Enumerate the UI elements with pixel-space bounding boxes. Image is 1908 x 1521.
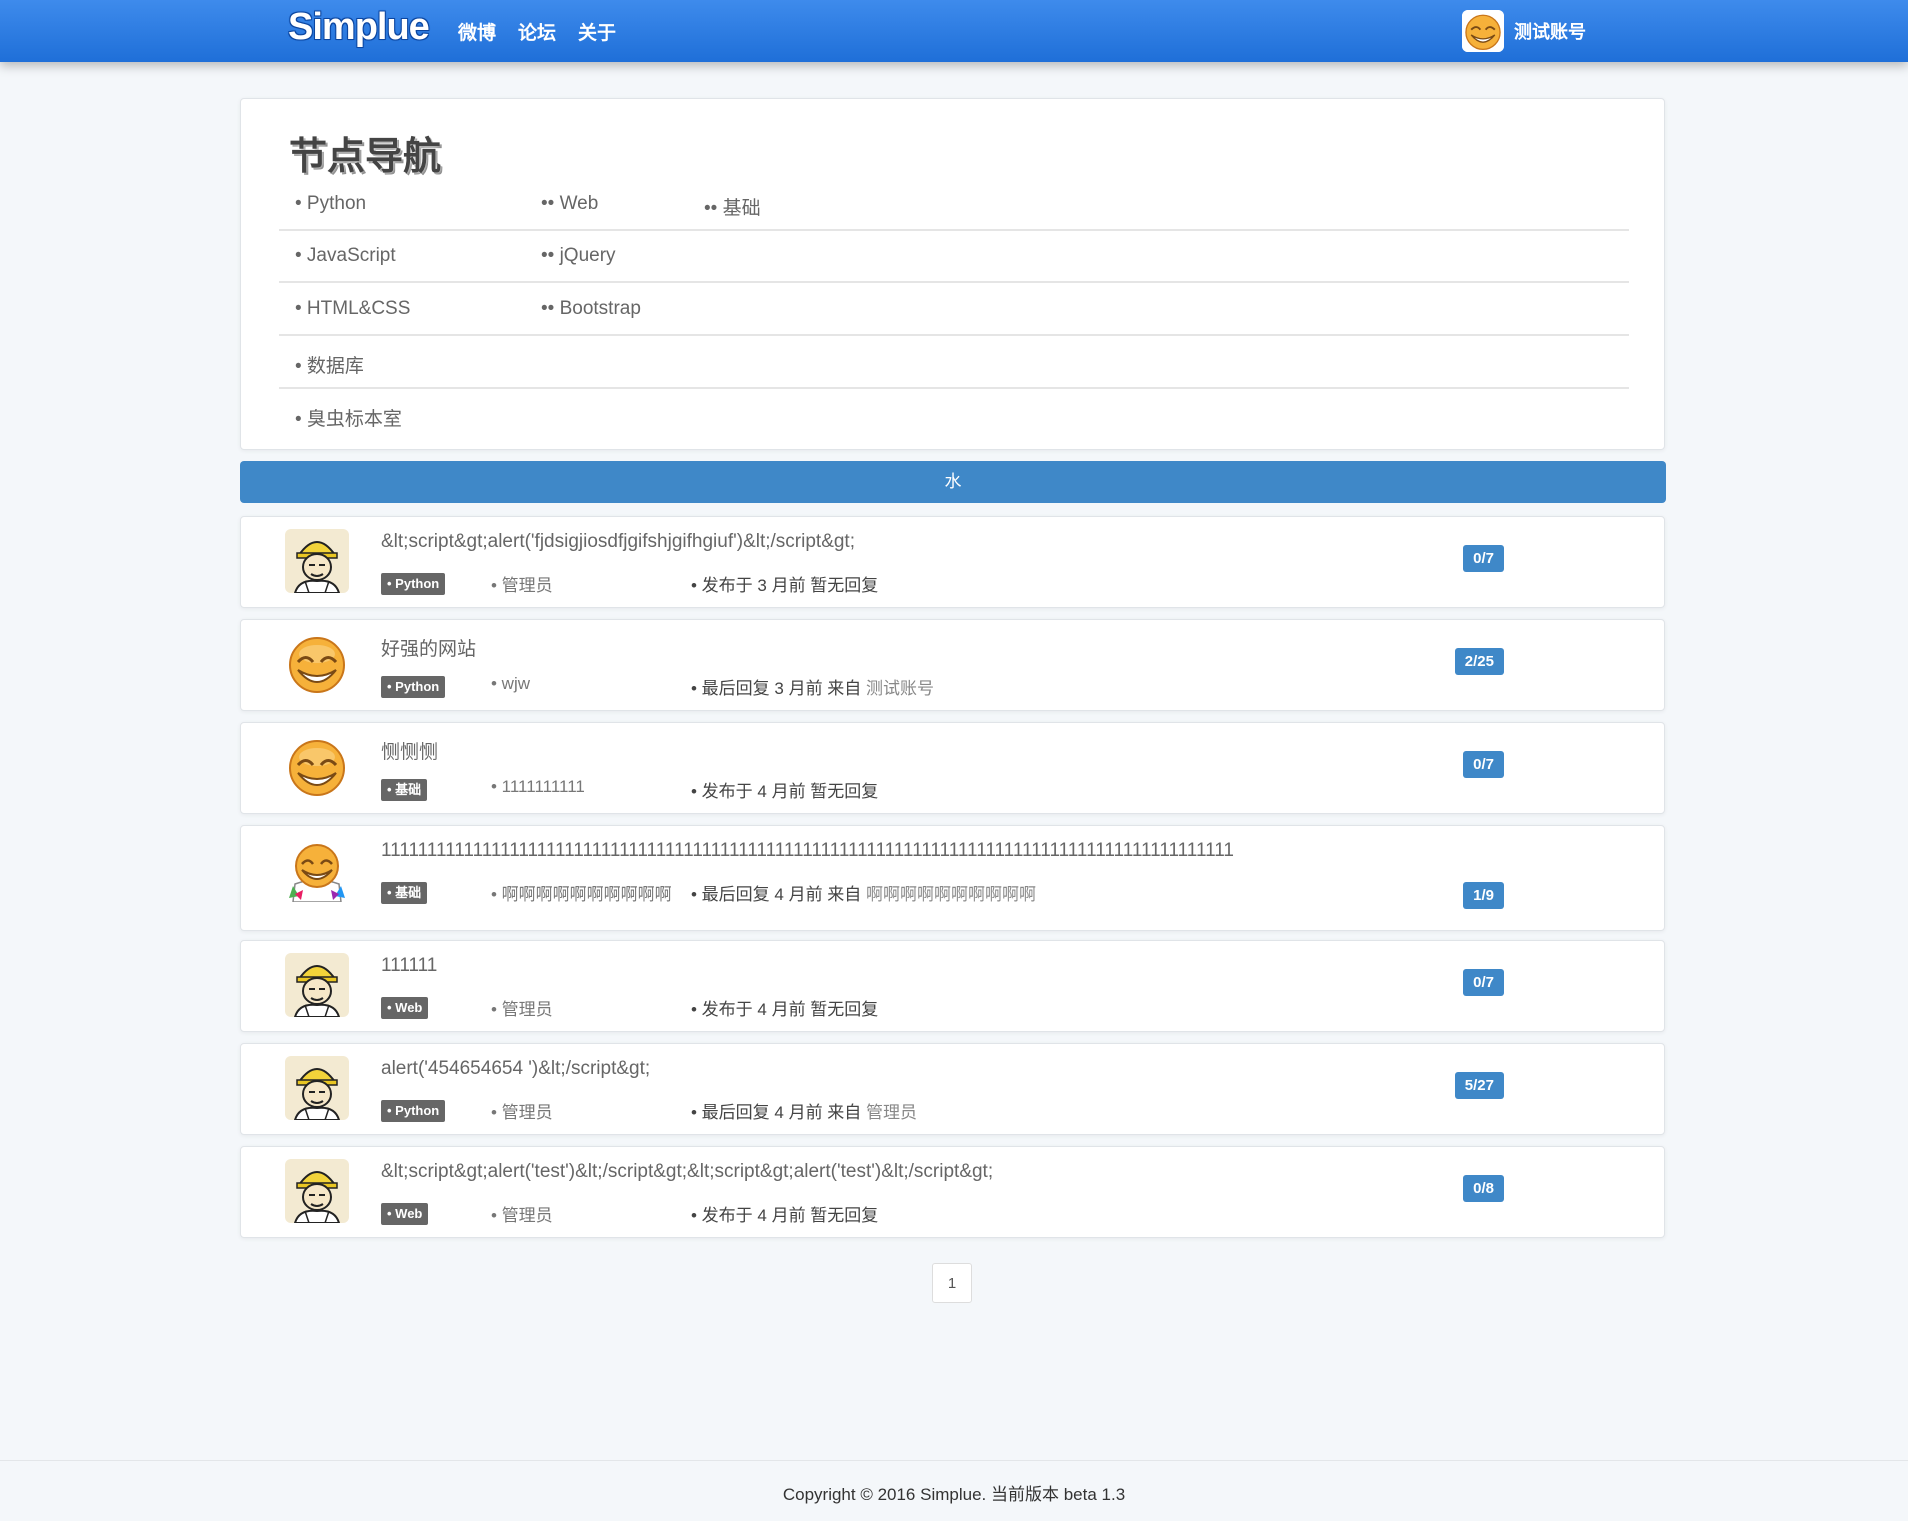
topic-item[interactable]: 111111 • Web • 管理员 • 发布于 4 月前 暂无回复 0/7 xyxy=(240,940,1665,1032)
reply-view-count-badge: 0/7 xyxy=(1463,545,1504,572)
smiley-avatar-icon xyxy=(1462,10,1504,52)
node-bug-room[interactable]: • 臭虫标本室 xyxy=(295,404,402,431)
reply-view-count-badge: 5/27 xyxy=(1454,1072,1504,1099)
meta-text: • 发布于 4 月前 暂无回复 xyxy=(691,1206,879,1225)
meta-text: • 最后回复 4 月前 来自 xyxy=(691,885,867,904)
topic-item[interactable]: 好强的网站 • Python • wjw • 最后回复 3 月前 来自 测试账号… xyxy=(240,619,1665,711)
topic-meta: • 最后回复 4 月前 来自 啊啊啊啊啊啊啊啊啊啊 xyxy=(691,880,1036,905)
topic-item[interactable]: alert('454654654 ')&lt;/script&gt; • Pyt… xyxy=(240,1043,1665,1135)
node-tag[interactable]: • Python xyxy=(381,573,446,595)
meta-text: • 发布于 3 月前 暂无回复 xyxy=(691,576,879,595)
node-row: • HTML&CSS •• Bootstrap xyxy=(279,284,1629,336)
meta-text: • 发布于 4 月前 暂无回复 xyxy=(691,1000,879,1019)
meta-text: • 最后回复 3 月前 来自 xyxy=(691,679,867,698)
top-navbar: Simplue 微博 论坛 关于 测试账号 xyxy=(0,0,1908,62)
author-avatar[interactable] xyxy=(285,529,349,593)
topic-author[interactable]: • 管理员 xyxy=(491,1201,553,1226)
topic-meta: • 最后回复 3 月前 来自 测试账号 xyxy=(691,674,934,699)
author-avatar[interactable] xyxy=(285,838,349,902)
footer-divider xyxy=(0,1460,1908,1461)
node-web[interactable]: •• Web xyxy=(541,193,598,215)
worker-avatar-icon xyxy=(285,529,349,593)
reply-view-count-badge: 1/9 xyxy=(1463,882,1504,909)
node-tag[interactable]: • Python xyxy=(381,1100,446,1122)
topic-meta: • 最后回复 4 月前 来自 管理员 xyxy=(691,1098,917,1123)
node-tag[interactable]: • 基础 xyxy=(381,779,428,801)
topic-title[interactable]: alert('454654654 ')&lt;/script&gt; xyxy=(381,1058,650,1080)
node-bootstrap[interactable]: •• Bootstrap xyxy=(541,298,641,320)
author-avatar[interactable] xyxy=(285,632,349,696)
last-reply-user[interactable]: 啊啊啊啊啊啊啊啊啊啊 xyxy=(866,885,1036,904)
nav-link-weibo[interactable]: 微博 xyxy=(458,18,496,45)
topic-item[interactable]: 1111111111111111111111111111111111111111… xyxy=(240,825,1665,931)
footer-copyright: Copyright © 2016 Simplue. 当前版本 beta 1.3 xyxy=(782,1485,1126,1504)
node-basic[interactable]: •• 基础 xyxy=(704,193,761,220)
smiley-avatar-icon xyxy=(288,739,346,797)
meta-text: • 最后回复 4 月前 来自 xyxy=(691,1103,867,1122)
author-avatar[interactable] xyxy=(285,735,349,799)
node-row: • 臭虫标本室 xyxy=(279,390,1629,442)
topic-meta: • 发布于 4 月前 暂无回复 xyxy=(691,1201,878,1226)
author-avatar[interactable] xyxy=(285,1159,349,1223)
node-javascript[interactable]: • JavaScript xyxy=(295,245,396,267)
topic-meta: • 发布于 3 月前 暂无回复 xyxy=(691,571,878,596)
topic-item[interactable]: &lt;script&gt;alert('fjdsigjiosdfjgifshj… xyxy=(240,516,1665,608)
node-tag[interactable]: • Web xyxy=(381,997,429,1019)
smiley-avatar-icon xyxy=(285,838,349,902)
topic-title[interactable]: &lt;script&gt;alert('fjdsigjiosdfjgifshj… xyxy=(381,531,855,553)
user-menu[interactable]: 测试账号 xyxy=(1462,10,1586,52)
worker-avatar-icon xyxy=(285,1159,349,1223)
nav-link-forum[interactable]: 论坛 xyxy=(518,18,556,45)
reply-view-count-badge: 0/7 xyxy=(1463,969,1504,996)
author-avatar[interactable] xyxy=(285,1056,349,1120)
main-nav: 微博 论坛 关于 xyxy=(458,18,616,45)
topic-title[interactable]: 111111 xyxy=(381,955,437,977)
site-logo[interactable]: Simplue xyxy=(288,6,430,49)
user-avatar[interactable] xyxy=(1462,10,1504,52)
reply-view-count-badge: 0/8 xyxy=(1463,1175,1504,1202)
topic-author[interactable]: • wjw xyxy=(491,674,530,694)
topic-meta: • 发布于 4 月前 暂无回复 xyxy=(691,995,878,1020)
node-jquery[interactable]: •• jQuery xyxy=(541,245,616,267)
last-reply-user[interactable]: 测试账号 xyxy=(866,679,934,698)
reply-view-count-badge: 0/7 xyxy=(1463,751,1504,778)
pagination-page-1[interactable]: 1 xyxy=(932,1263,972,1303)
topic-item[interactable]: 恻恻恻 • 基础 • 1111111111 • 发布于 4 月前 暂无回复 0/… xyxy=(240,722,1665,814)
topic-title[interactable]: 好强的网站 xyxy=(381,634,476,661)
topic-author[interactable]: • 管理员 xyxy=(491,1098,553,1123)
nav-link-about[interactable]: 关于 xyxy=(578,18,616,45)
section-header: 水 xyxy=(240,461,1666,503)
node-navigation-card: 节点导航 • Python •• Web •• 基础 • JavaScript … xyxy=(240,98,1665,450)
node-row: • 数据库 xyxy=(279,337,1629,389)
node-tag[interactable]: • 基础 xyxy=(381,882,428,904)
topic-author[interactable]: • 1111111111 xyxy=(491,777,585,797)
topic-title[interactable]: 恻恻恻 xyxy=(381,737,438,764)
author-avatar[interactable] xyxy=(285,953,349,1017)
node-row: • JavaScript •• jQuery xyxy=(279,231,1629,283)
topic-meta: • 发布于 4 月前 暂无回复 xyxy=(691,777,878,802)
node-nav-title: 节点导航 xyxy=(289,136,442,178)
node-tag[interactable]: • Web xyxy=(381,1203,429,1225)
user-name[interactable]: 测试账号 xyxy=(1514,18,1586,44)
reply-view-count-badge: 2/25 xyxy=(1454,648,1504,675)
node-python[interactable]: • Python xyxy=(295,193,366,215)
meta-text: • 发布于 4 月前 暂无回复 xyxy=(691,782,879,801)
topic-item[interactable]: &lt;script&gt;alert('test')&lt;/script&g… xyxy=(240,1146,1665,1238)
node-row: • Python •• Web •• 基础 xyxy=(279,179,1629,231)
topic-author[interactable]: • 管理员 xyxy=(491,571,553,596)
node-html-css[interactable]: • HTML&CSS xyxy=(295,298,410,320)
topic-title[interactable]: 1111111111111111111111111111111111111111… xyxy=(381,840,1234,862)
last-reply-user[interactable]: 管理员 xyxy=(866,1103,917,1122)
worker-avatar-icon xyxy=(285,1056,349,1120)
topic-author[interactable]: • 管理员 xyxy=(491,995,553,1020)
worker-avatar-icon xyxy=(285,953,349,1017)
node-tag[interactable]: • Python xyxy=(381,676,446,698)
topic-title[interactable]: &lt;script&gt;alert('test')&lt;/script&g… xyxy=(381,1161,993,1183)
topic-author[interactable]: • 啊啊啊啊啊啊啊啊啊啊 xyxy=(491,880,672,905)
smiley-avatar-icon xyxy=(288,636,346,694)
node-database[interactable]: • 数据库 xyxy=(295,351,364,378)
